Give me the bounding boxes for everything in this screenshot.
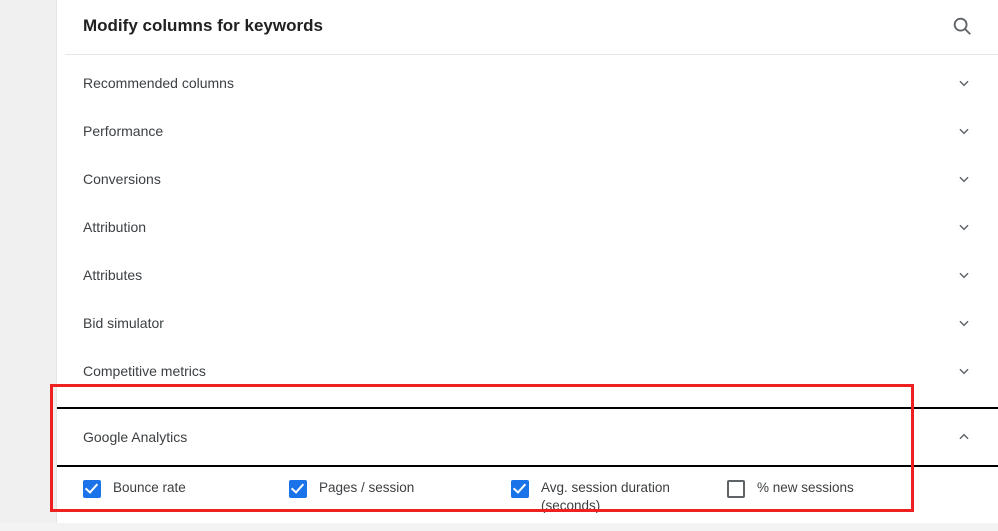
search-icon[interactable] [950,14,974,38]
section-label: Attribution [83,219,146,235]
section-conversions[interactable]: Conversions [57,155,998,203]
checkbox-checked-icon [511,480,529,498]
section-bid-simulator[interactable]: Bid simulator [57,299,998,347]
section-label: Bid simulator [83,315,164,331]
ga-option-pages-session[interactable]: Pages / session [289,479,505,515]
section-label: Recommended columns [83,75,234,91]
chevron-up-icon [954,427,974,447]
section-list: Recommended columns Performance Conversi… [57,55,998,531]
checkbox-checked-icon [289,480,307,498]
ga-option-percent-new-sessions[interactable]: % new sessions [727,479,927,515]
section-label: Performance [83,123,163,139]
panel-header: Modify columns for keywords [57,0,998,54]
section-performance[interactable]: Performance [57,107,998,155]
ga-option-bounce-rate[interactable]: Bounce rate [83,479,283,515]
option-label: % new sessions [757,479,854,497]
section-attributes[interactable]: Attributes [57,251,998,299]
panel-title: Modify columns for keywords [83,16,323,36]
chevron-down-icon [954,313,974,333]
option-label: Avg. session duration (seconds) [541,479,721,515]
section-google-analytics-header[interactable]: Google Analytics [57,409,998,465]
section-recommended-columns[interactable]: Recommended columns [57,59,998,107]
section-label: Competitive metrics [83,363,206,379]
chevron-down-icon [954,361,974,381]
section-attribution[interactable]: Attribution [57,203,998,251]
ga-options: Bounce rate Pages / session Avg. session… [57,467,998,531]
chevron-down-icon [954,73,974,93]
chevron-down-icon [954,217,974,237]
chevron-down-icon [954,265,974,285]
left-rail [0,0,56,523]
modify-columns-panel: Modify columns for keywords Recommended … [56,0,998,523]
section-label: Attributes [83,267,142,283]
chevron-down-icon [954,169,974,189]
checkbox-checked-icon [83,480,101,498]
section-label: Google Analytics [83,429,187,445]
section-google-analytics: Google Analytics [57,407,998,467]
section-competitive-metrics[interactable]: Competitive metrics [57,347,998,395]
ga-option-avg-session-duration[interactable]: Avg. session duration (seconds) [511,479,721,515]
option-label: Bounce rate [113,479,186,497]
option-label: Pages / session [319,479,414,497]
section-label: Conversions [83,171,161,187]
chevron-down-icon [954,121,974,141]
checkbox-unchecked-icon [727,480,745,498]
